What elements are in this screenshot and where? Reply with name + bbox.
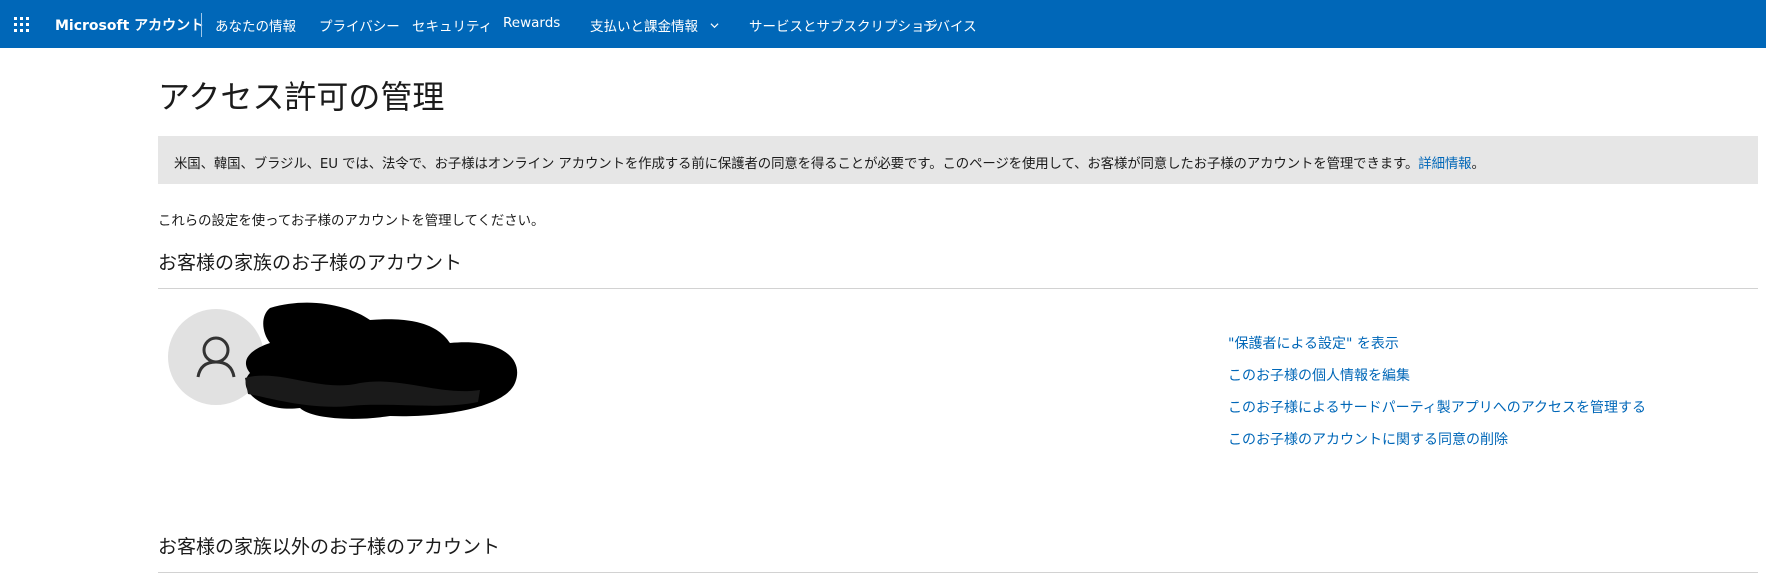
- learn-more-link[interactable]: 詳細情報: [1418, 157, 1471, 172]
- remove-consent-link[interactable]: このお子様のアカウントに関する同意の削除: [1228, 429, 1646, 461]
- notice-text: 米国、韓国、ブラジル、EU では、法令で、お子様はオンライン アカウントを作成す…: [174, 157, 1419, 172]
- info-notice: 米国、韓国、ブラジル、EU では、法令で、お子様はオンライン アカウントを作成す…: [158, 136, 1758, 184]
- brand-title[interactable]: Microsoft アカウント: [55, 15, 204, 35]
- family-children-heading: お客様の家族のお子様のアカウント: [158, 252, 463, 274]
- nav-privacy[interactable]: プライバシー: [319, 15, 400, 35]
- edit-child-info-link[interactable]: このお子様の個人情報を編集: [1228, 365, 1646, 397]
- page-title: アクセス許可の管理: [158, 78, 445, 116]
- nav-payment-billing[interactable]: 支払いと課金情報: [590, 15, 719, 35]
- redacted-child-name: [245, 302, 518, 419]
- view-parental-settings-link[interactable]: "保護者による設定" を表示: [1228, 333, 1646, 365]
- nav-rewards[interactable]: Rewards: [503, 15, 560, 31]
- manage-third-party-apps-link[interactable]: このお子様によるサードパーティ製アプリへのアクセスを管理する: [1228, 397, 1646, 429]
- nav-your-info[interactable]: あなたの情報: [215, 15, 296, 35]
- nav-security[interactable]: セキュリティ: [412, 15, 492, 35]
- nav-services-subscriptions[interactable]: サービスとサブスクリプション: [749, 15, 938, 35]
- nav-devices[interactable]: デバイス: [923, 15, 977, 35]
- section-divider: [158, 572, 1758, 573]
- nav-payment-billing-label: 支払いと課金情報: [590, 19, 698, 35]
- child-actions-list: "保護者による設定" を表示 このお子様の個人情報を編集 このお子様によるサード…: [1228, 333, 1646, 461]
- intro-text: これらの設定を使ってお子様のアカウントを管理してください。: [158, 214, 545, 229]
- person-icon: [196, 336, 236, 378]
- chevron-down-icon: [710, 23, 719, 29]
- notice-suffix: 。: [1471, 157, 1485, 172]
- non-family-children-heading: お客様の家族以外のお子様のアカウント: [158, 536, 501, 558]
- top-navigation-bar: Microsoft アカウント あなたの情報 プライバシー セキュリティ Rew…: [0, 0, 1766, 48]
- nav-divider: [201, 13, 202, 37]
- app-launcher-icon[interactable]: [14, 17, 30, 33]
- section-divider: [158, 288, 1758, 289]
